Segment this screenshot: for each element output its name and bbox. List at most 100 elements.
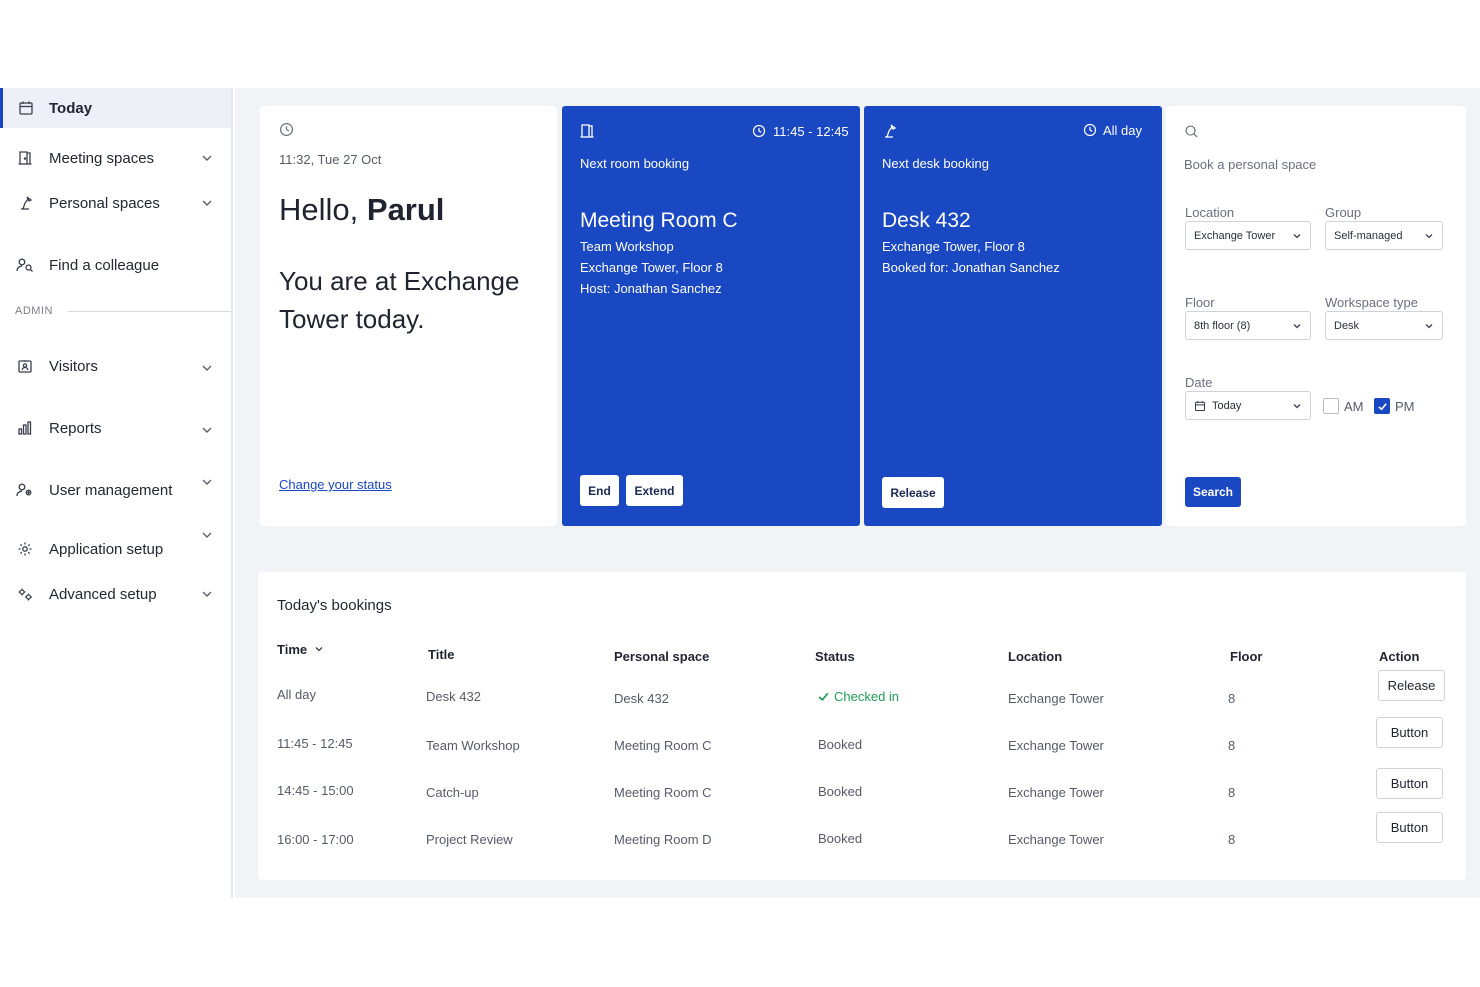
cell-space: Meeting Room C (614, 738, 712, 753)
cell-time: All day (277, 687, 317, 702)
status-badge: Checked in (817, 689, 899, 704)
cell-time: 11:45 - 12:45 (277, 736, 353, 751)
clock-icon (279, 122, 294, 142)
visitor-badge-icon (15, 356, 35, 376)
floor-select[interactable]: 8th floor (8) (1185, 311, 1311, 340)
book-space-card: Book a personal space Location Exchange … (1166, 106, 1466, 526)
sidebar-item-label: Visitors (49, 357, 98, 375)
desk-lamp-icon (881, 123, 897, 144)
cell-title: Catch-up (426, 785, 479, 800)
people-search-icon (15, 255, 35, 275)
sidebar-item-find-colleague[interactable]: Find a colleague (0, 250, 231, 280)
sidebar: Today Meeting spaces Personal spaces Fin… (0, 88, 233, 898)
column-header-time[interactable]: Time (277, 642, 324, 657)
column-header-personal-space: Personal space (614, 649, 710, 664)
cell-title: Team Workshop (426, 738, 520, 753)
sidebar-item-label: Advanced setup (49, 585, 157, 603)
chevron-down-icon[interactable] (200, 587, 214, 601)
status-text: Checked in (834, 689, 900, 704)
cell-time: 14:45 - 15:00 (277, 783, 354, 798)
sidebar-item-label: Personal spaces (49, 194, 160, 212)
bar-chart-icon (15, 418, 35, 438)
sidebar-item-today[interactable]: Today (0, 88, 231, 128)
date-value: Today (1212, 399, 1242, 412)
next-room-booking-card: 11:45 - 12:45 Next room booking Meeting … (562, 106, 860, 526)
greeting-text: Hello, (279, 192, 359, 227)
main-content: 11:32, Tue 27 Oct Hello, Parul You are a… (235, 88, 1480, 898)
sidebar-item-personal-spaces[interactable]: Personal spaces (0, 188, 231, 218)
booking-location: Exchange Tower, Floor 8 (882, 239, 1025, 254)
change-status-link[interactable]: Change your status (279, 477, 392, 492)
workspace-type-value: Desk (1334, 319, 1360, 332)
sidebar-item-label: Today (49, 99, 93, 117)
cell-location: Exchange Tower (1008, 832, 1104, 847)
date-select[interactable]: Today (1185, 391, 1311, 420)
chevron-down-icon[interactable] (200, 475, 214, 489)
gears-icon (15, 584, 35, 604)
group-value: Self-managed (1334, 229, 1403, 242)
sidebar-item-reports[interactable]: Reports (0, 413, 231, 443)
chevron-down-icon (1292, 231, 1302, 241)
location-select[interactable]: Exchange Tower (1185, 221, 1311, 250)
sidebar-item-meeting-spaces[interactable]: Meeting spaces (0, 143, 231, 173)
cell-space: Desk 432 (614, 691, 669, 706)
checkmark-icon (1377, 402, 1387, 410)
group-select[interactable]: Self-managed (1325, 221, 1443, 250)
column-header-title: Title (428, 647, 455, 662)
users-gear-icon (15, 480, 35, 500)
cell-space: Meeting Room C (614, 785, 712, 800)
chevron-down-icon[interactable] (200, 528, 214, 542)
cell-floor: 8 (1228, 785, 1236, 800)
workspace-type-select[interactable]: Desk (1325, 311, 1443, 340)
booking-host: Host: Jonathan Sanchez (580, 281, 722, 296)
sidebar-item-advanced-setup[interactable]: Advanced setup (0, 579, 231, 609)
release-button[interactable]: Release (882, 477, 944, 508)
search-button[interactable]: Search (1185, 477, 1241, 507)
end-button[interactable]: End (580, 475, 619, 506)
pm-checkbox[interactable] (1374, 398, 1390, 414)
admin-section-label: ADMIN (15, 305, 53, 317)
sidebar-item-label: Find a colleague (49, 256, 160, 274)
chevron-down-icon[interactable] (200, 361, 214, 375)
cell-space: Meeting Room D (614, 832, 712, 847)
desk-name: Desk 432 (882, 209, 971, 232)
cell-title: Desk 432 (426, 689, 481, 704)
column-header-action: Action (1379, 649, 1420, 664)
booking-heading: Next room booking (580, 156, 690, 171)
sidebar-item-label: User management (49, 481, 173, 499)
release-button[interactable]: Release (1378, 670, 1445, 701)
location-status: You are at Exchange Tower today. (279, 266, 520, 334)
status-text: Booked (818, 737, 863, 752)
chevron-down-icon (1424, 231, 1434, 241)
current-datetime: 11:32, Tue 27 Oct (279, 152, 382, 167)
booking-time: 11:45 - 12:45 (773, 124, 849, 139)
cell-time: 16:00 - 17:00 (277, 832, 354, 847)
sidebar-item-label: Application setup (49, 540, 164, 558)
column-header-floor: Floor (1230, 649, 1263, 664)
row-action-button[interactable]: Button (1376, 717, 1443, 748)
row-action-button[interactable]: Button (1376, 768, 1443, 799)
sidebar-item-label: Meeting spaces (49, 149, 155, 167)
chevron-down-icon[interactable] (200, 151, 214, 165)
user-name: Parul (366, 192, 445, 227)
am-checkbox[interactable] (1323, 398, 1339, 414)
row-action-button[interactable]: Button (1376, 812, 1443, 843)
calendar-icon (16, 98, 36, 118)
search-icon (1184, 124, 1199, 144)
status-text: Booked (818, 784, 863, 799)
room-name: Meeting Room C (580, 209, 738, 232)
todays-bookings-card: Today's bookings Time Title Personal spa… (258, 572, 1466, 880)
chevron-down-icon (1292, 401, 1302, 411)
calendar-icon (1194, 400, 1206, 412)
sidebar-item-visitors[interactable]: Visitors (0, 351, 231, 381)
clock-icon (752, 124, 766, 143)
sidebar-item-user-management[interactable]: User management (0, 475, 231, 505)
chevron-down-icon[interactable] (200, 423, 214, 437)
extend-button[interactable]: Extend (626, 475, 683, 506)
sidebar-item-application-setup[interactable]: Application setup (0, 532, 231, 564)
location-value: Exchange Tower (1194, 229, 1276, 242)
cell-location: Exchange Tower (1008, 691, 1104, 706)
chevron-down-icon[interactable] (200, 196, 214, 210)
booking-heading: Next desk booking (882, 156, 989, 171)
cell-location: Exchange Tower (1008, 738, 1104, 753)
